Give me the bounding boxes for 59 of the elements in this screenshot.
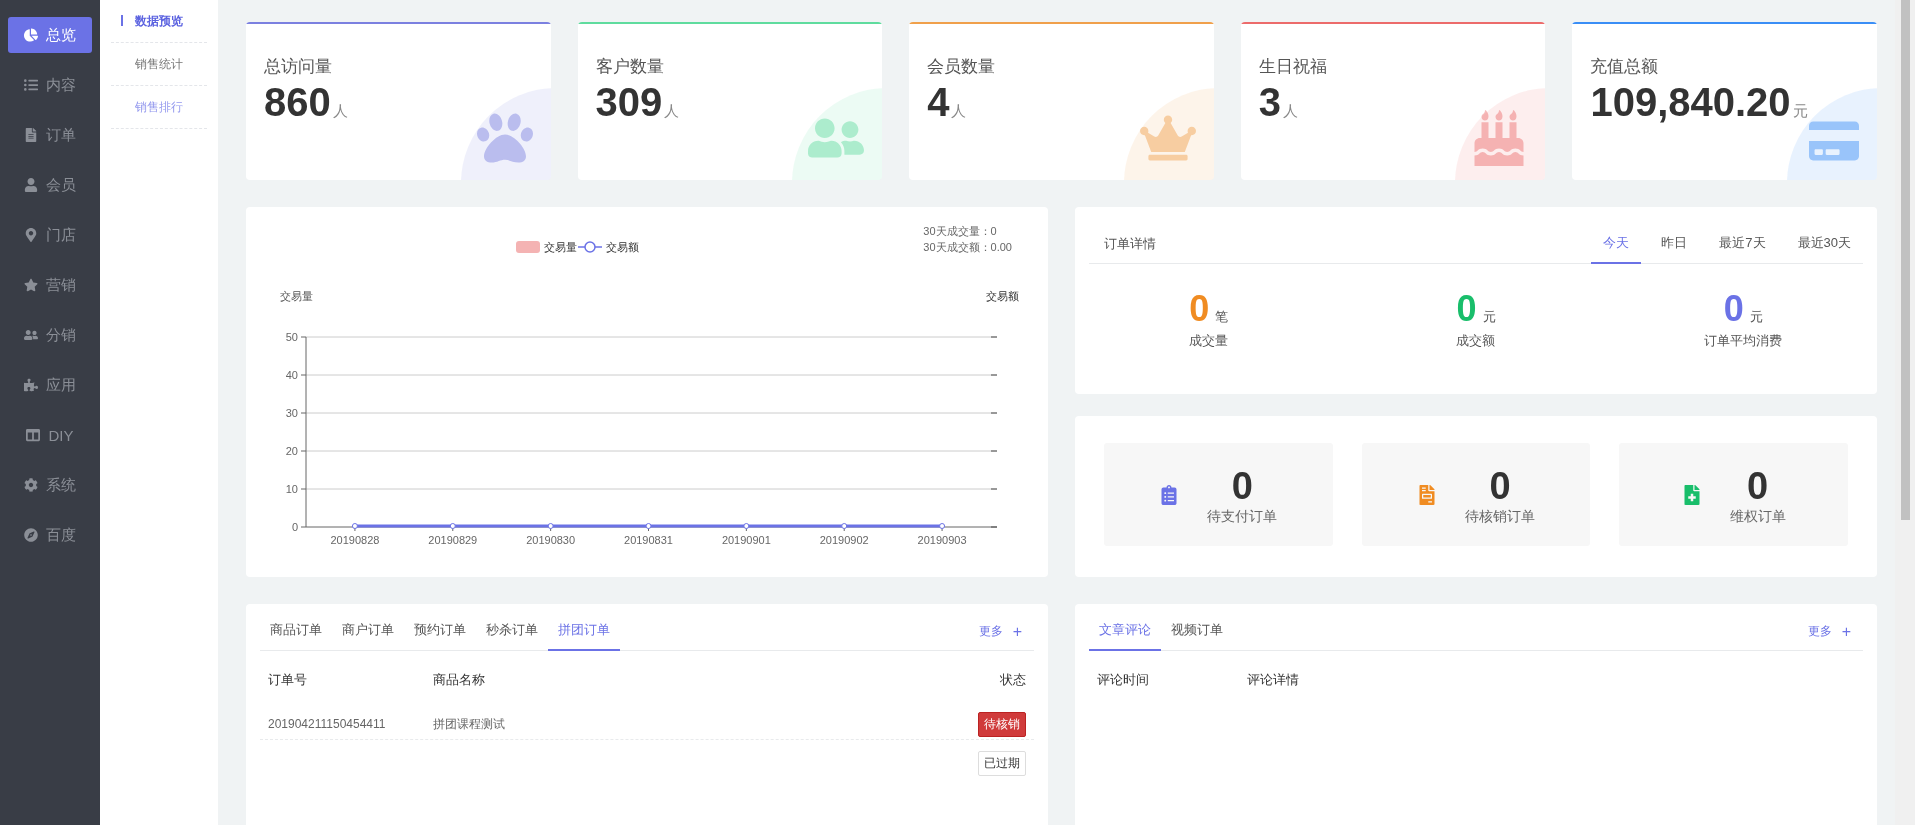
table-cell-text: 201904211150454411 <box>268 717 387 731</box>
table-cell-text: 拼团课程测试 <box>432 715 506 733</box>
stat-label: 成交量 <box>1189 332 1229 350</box>
stat-value: 0 <box>1456 288 1477 330</box>
status-badge: 已过期 <box>978 750 1026 776</box>
stat-title: 充值总额 <box>1590 56 1660 78</box>
stat-value: 860 <box>264 80 331 125</box>
tick-label: 20190901 <box>721 534 771 546</box>
tick-label: 20190830 <box>526 534 576 546</box>
summary-text: 30天成交量：0 <box>923 224 998 239</box>
pending-label: 待支付订单 <box>1207 507 1278 526</box>
stat-unit: 人 <box>1283 102 1299 121</box>
pending-label: 待核销订单 <box>1465 507 1535 526</box>
stat-title: 客户数量 <box>595 56 665 78</box>
tick-label: 10 <box>285 483 298 495</box>
pending-count: 0 <box>1231 463 1253 508</box>
pending-label: 维权订单 <box>1729 507 1786 526</box>
stat-value: 309 <box>595 80 663 125</box>
legend-label: 交易量 <box>544 241 577 253</box>
tick-label: 20190831 <box>624 534 673 546</box>
column-header: 状态 <box>999 671 1026 689</box>
column-header: 评论详情 <box>1247 671 1300 689</box>
column-header: 评论时间 <box>1097 671 1150 689</box>
stat-unit: 人 <box>664 102 680 121</box>
tick-label: 20 <box>285 445 298 457</box>
stat-label: 订单平均消费 <box>1704 332 1783 350</box>
status-badge: 待核销 <box>978 711 1026 737</box>
stat-title: 总访问量 <box>264 56 333 78</box>
stat-unit: 元 <box>1792 102 1808 121</box>
pending-count: 0 <box>1747 463 1769 508</box>
stat-unit: 笔 <box>1215 308 1229 326</box>
stat-value: 0 <box>1189 288 1210 330</box>
axis-title: 交易量 <box>280 290 313 302</box>
column-header: 订单号 <box>268 671 308 689</box>
card-title: 订单详情 <box>1103 235 1156 253</box>
tick-label: 50 <box>285 331 298 343</box>
tick-label: 40 <box>285 369 298 381</box>
legend-label: 交易额 <box>606 241 639 253</box>
stat-unit: 元 <box>1749 308 1763 326</box>
tick-label: 0 <box>291 521 298 533</box>
stat-value: 109,840.20 <box>1590 80 1791 125</box>
stat-value: 3 <box>1258 80 1282 125</box>
stat-label: 成交额 <box>1456 332 1496 350</box>
summary-text: 30天成交额：0.00 <box>923 240 1012 255</box>
axis-title: 交易额 <box>986 290 1019 302</box>
tick-label: 20190903 <box>917 534 967 546</box>
tick-label: 20190829 <box>428 534 478 546</box>
column-header: 商品名称 <box>432 671 486 689</box>
stat-value: 0 <box>1723 288 1744 330</box>
stat-title: 生日祝福 <box>1258 56 1328 78</box>
tick-label: 20190902 <box>819 534 869 546</box>
stat-unit: 人 <box>951 102 967 121</box>
pending-count: 0 <box>1489 463 1511 508</box>
stat-unit: 人 <box>332 102 348 121</box>
stat-title: 会员数量 <box>927 56 997 78</box>
tick-label: 30 <box>285 407 298 419</box>
stat-unit: 元 <box>1482 308 1496 326</box>
stat-value: 4 <box>927 80 950 125</box>
tick-label: 20190828 <box>330 534 380 546</box>
